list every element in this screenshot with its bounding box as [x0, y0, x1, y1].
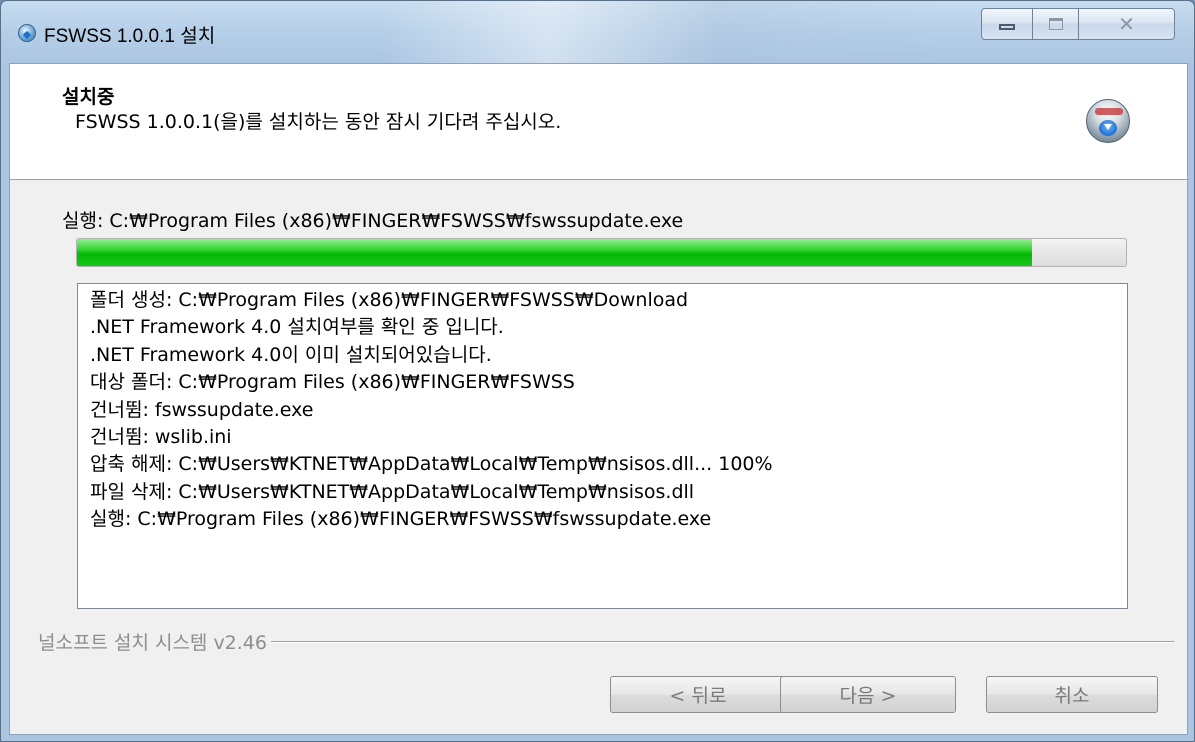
- minimize-icon: [999, 24, 1015, 30]
- log-line: 실행: C:₩Program Files (x86)₩FINGER₩FSWSS₩…: [90, 508, 712, 531]
- header-panel: 설치중 FSWSS 1.0.0.1(을)를 설치하는 동안 잠시 기다려 주십시…: [10, 64, 1187, 180]
- current-action-label: 실행: C:₩Program Files (x86)₩FINGER₩FSWSS₩…: [62, 210, 684, 232]
- installer-window: FSWSS 1.0.0.1 설치 ✕ 설치중 FSWSS 1.0.0.1(을)를…: [0, 0, 1195, 742]
- log-line: .NET Framework 4.0이 이미 설치되어있습니다.: [90, 343, 492, 366]
- maximize-icon: [1048, 18, 1063, 30]
- page-subtitle: FSWSS 1.0.0.1(을)를 설치하는 동안 잠시 기다려 주십시오.: [75, 111, 562, 133]
- window-title: FSWSS 1.0.0.1 설치: [44, 26, 216, 47]
- download-arrow-icon: [1104, 124, 1112, 130]
- minimize-button[interactable]: [981, 8, 1033, 40]
- close-button[interactable]: ✕: [1079, 8, 1175, 40]
- progress-fill: [77, 239, 1032, 266]
- installer-logo-icon: [1086, 99, 1130, 143]
- log-line: 건너뜀: wslib.ini: [90, 425, 232, 448]
- install-progress-bar: [76, 238, 1127, 267]
- installer-client-area: 설치중 FSWSS 1.0.0.1(을)를 설치하는 동안 잠시 기다려 주십시…: [9, 63, 1188, 735]
- back-button[interactable]: < 뒤로: [610, 676, 786, 713]
- page-title: 설치중: [62, 86, 115, 108]
- log-line: .NET Framework 4.0 설치여부를 확인 중 입니다.: [90, 316, 504, 339]
- log-line: 건너뜀: fswssupdate.exe: [90, 398, 314, 421]
- caption-buttons: ✕: [981, 8, 1177, 42]
- next-button[interactable]: 다음 >: [780, 676, 956, 713]
- install-log-list[interactable]: 폴더 생성: C:₩Program Files (x86)₩FINGER₩FSW…: [77, 283, 1128, 609]
- titlebar-glass: [381, 1, 941, 63]
- installer-app-icon: [18, 24, 36, 42]
- logo-badge: [1095, 108, 1123, 115]
- maximize-button[interactable]: [1033, 8, 1079, 40]
- log-line: 대상 폴더: C:₩Program Files (x86)₩FINGER₩FSW…: [90, 371, 575, 394]
- close-icon: ✕: [1118, 12, 1135, 36]
- log-line: 파일 삭제: C:₩Users₩KTNET₩AppData₩Local₩Temp…: [90, 480, 695, 503]
- log-line: 폴더 생성: C:₩Program Files (x86)₩FINGER₩FSW…: [90, 289, 689, 311]
- installer-brand-label: 널소프트 설치 시스템 v2.46: [38, 628, 271, 655]
- cancel-button[interactable]: 취소: [986, 676, 1158, 713]
- log-line: 압축 해제: C:₩Users₩KTNET₩AppData₩Local₩Temp…: [90, 453, 773, 476]
